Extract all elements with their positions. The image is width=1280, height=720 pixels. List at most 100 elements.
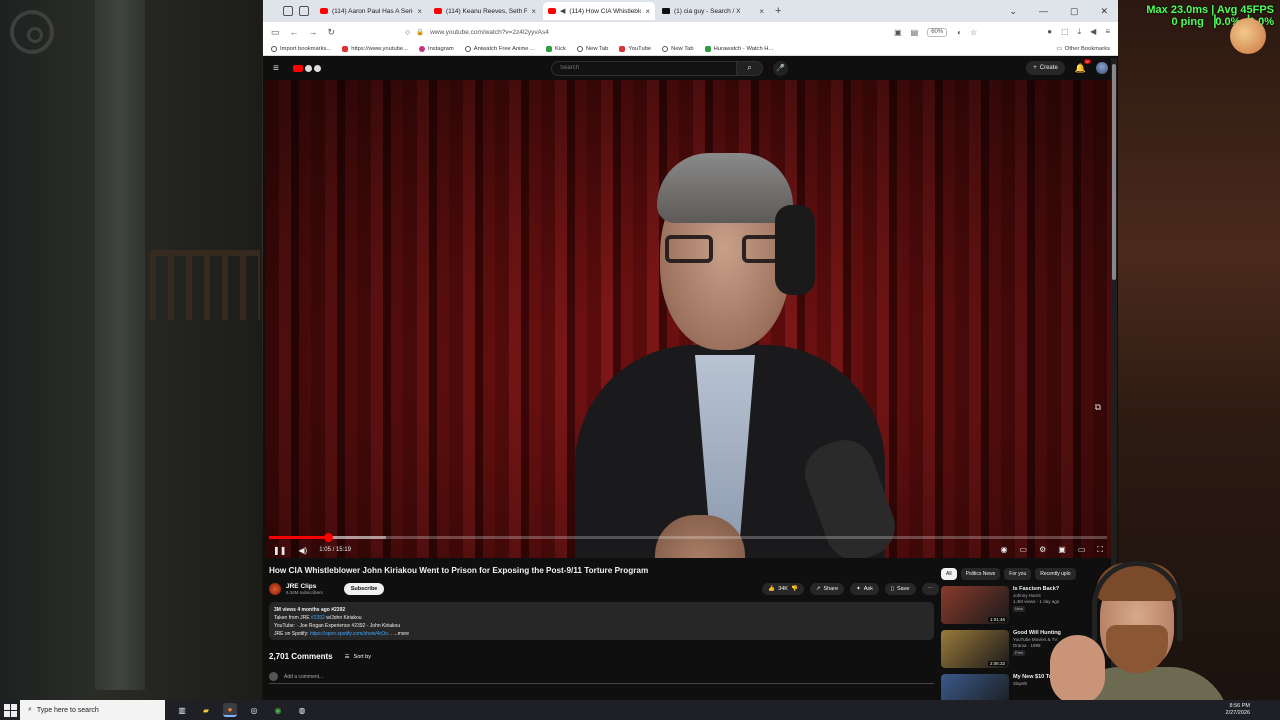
tab-1[interactable]: (114) Keanu Reeves, Seth Roge× — [429, 2, 541, 20]
url-text[interactable]: www.youtube.com/watch?v=2z4l2yyvAs4 — [430, 29, 549, 36]
autoplay-toggle-icon[interactable]: ◉ — [1001, 545, 1008, 555]
bookmark-youtube-link[interactable]: https://www.youtube... — [342, 45, 408, 52]
video-thumbnail[interactable]: 2:06:33 — [941, 630, 1009, 668]
zoom-level[interactable]: 60% — [927, 27, 948, 37]
chrome-icon[interactable]: ◉ — [271, 703, 285, 717]
shield-icon[interactable]: ◇ — [405, 28, 410, 36]
bookmarks-bar: Import bookmarks... https://www.youtube.… — [263, 42, 1118, 56]
file-explorer-icon[interactable]: ▰ — [199, 703, 213, 717]
miniplayer-icon[interactable]: ▣ — [1058, 545, 1066, 555]
obs-icon[interactable]: ◍ — [295, 703, 309, 717]
video-thumbnail[interactable] — [941, 674, 1009, 700]
progress-bar[interactable] — [269, 533, 1107, 542]
pause-icon[interactable]: ❚❚ — [273, 546, 286, 555]
close-icon[interactable]: × — [531, 7, 536, 16]
chip-politics-news[interactable]: Politics News — [960, 568, 1001, 580]
maximize-icon[interactable]: ▢ — [1070, 6, 1079, 17]
tab-3[interactable]: (1) cia guy - Search / X × — [657, 2, 769, 20]
description-box[interactable]: 3M views 4 months ago #2392 Taken from J… — [269, 602, 934, 640]
close-window-icon[interactable]: ✕ — [1100, 6, 1108, 17]
steam-icon[interactable]: ◎ — [247, 703, 261, 717]
bookmark-aniwatch[interactable]: Aniwatch Free Anime ... — [464, 45, 535, 52]
bookmark-hurawatch[interactable]: Hurawatch - Watch H... — [704, 45, 773, 52]
chip-for-you[interactable]: For you — [1004, 568, 1032, 580]
like-button[interactable]: 👍 34K 👎 — [762, 583, 804, 595]
bookmark-import[interactable]: Import bookmarks... — [271, 45, 331, 52]
spotify-link[interactable]: https://open.spotify.com/show/4rOo... — [310, 631, 392, 637]
system-clock[interactable]: 8:56 PM 2/27/2026 — [1226, 703, 1280, 717]
captions-icon[interactable]: ▭ — [1020, 545, 1028, 555]
chevron-down-icon[interactable]: ⌄ — [1009, 6, 1017, 17]
search-input[interactable] — [551, 60, 737, 76]
search-icon[interactable]: ⌕ — [737, 60, 763, 76]
workspaces-icon[interactable] — [299, 6, 309, 16]
tab-actions-icon[interactable] — [283, 6, 293, 16]
theater-mode-icon[interactable]: ▭ — [1078, 545, 1086, 555]
microphone-icon[interactable]: 🎤 — [773, 60, 788, 76]
reader-icon[interactable]: ▤ — [911, 28, 919, 37]
bookmark-youtube[interactable]: YouTube — [619, 45, 651, 52]
subscribe-button[interactable]: Subscribe — [343, 583, 385, 595]
hamburger-menu-icon[interactable]: ≡ — [273, 63, 293, 74]
scrollbar-thumb[interactable] — [1112, 64, 1116, 280]
fullscreen-icon[interactable]: ⛶ — [1097, 545, 1103, 555]
volume-icon[interactable]: ◀) — [298, 546, 307, 555]
firefox-icon[interactable]: ● — [223, 703, 237, 717]
settings-gear-icon[interactable]: ⚙ — [1039, 545, 1046, 555]
sidebar-toggle-icon[interactable]: ▭ — [271, 27, 280, 38]
extension-icon[interactable]: ● — [1047, 27, 1052, 37]
tab-title: (114) Keanu Reeves, Seth Roge — [446, 7, 528, 15]
speaker-icon[interactable]: ◀ — [1090, 27, 1096, 37]
hashtag-link[interactable]: #2392 — [311, 615, 325, 621]
thumbs-down-icon[interactable]: 👎 — [791, 586, 798, 592]
back-icon[interactable]: ← — [290, 27, 299, 37]
close-icon[interactable]: × — [645, 7, 650, 16]
downloads-icon[interactable]: ⤓ — [1078, 27, 1082, 37]
forward-icon[interactable]: → — [309, 27, 318, 37]
ask-button[interactable]: ✦ Ask — [850, 583, 879, 595]
new-tab-icon[interactable]: + — [775, 5, 781, 17]
bookmark-new-tab[interactable]: New Tab — [576, 45, 608, 52]
video-thumbnail[interactable]: 1:01:46 — [941, 586, 1009, 624]
youtube-icon — [342, 45, 349, 52]
share-button[interactable]: ↗ Share — [809, 583, 845, 595]
account-avatar[interactable] — [1096, 62, 1108, 74]
close-icon[interactable]: × — [759, 7, 764, 16]
speaker-icon[interactable]: ◀ — [560, 7, 565, 15]
sort-button[interactable]: ☰ Sort by — [345, 654, 371, 660]
save-button[interactable]: ▯ Save — [884, 583, 916, 595]
address-bar[interactable]: ◇ 🔒 www.youtube.com/watch?v=2z4l2yyvAs4 — [345, 25, 884, 39]
create-button[interactable]: + Create — [1026, 61, 1065, 75]
other-bookmarks[interactable]: ▭ Other Bookmarks — [1056, 46, 1110, 52]
add-comment-row[interactable]: Add a comment... — [269, 672, 934, 684]
bookmark-star-icon[interactable]: ☆ — [970, 28, 977, 37]
screenshot-icon[interactable]: ▣ — [894, 28, 902, 37]
minimize-icon[interactable]: — — [1039, 6, 1048, 17]
more-link[interactable]: ...more — [393, 631, 409, 637]
reload-icon[interactable]: ↻ — [328, 27, 336, 38]
globe-icon — [576, 45, 583, 52]
volume-icon[interactable]: ◖ — [956, 28, 961, 37]
close-icon[interactable]: × — [417, 7, 422, 16]
bookmark-instagram[interactable]: Instagram — [418, 45, 454, 52]
menu-icon[interactable]: ≡ — [1105, 27, 1110, 37]
extensions-icon[interactable]: ⬚ — [1061, 27, 1069, 37]
add-comment-input[interactable]: Add a comment... — [284, 674, 323, 680]
tab-2-active[interactable]: ◀ (114) How CIA Whistleblo × — [543, 2, 655, 20]
task-view-icon[interactable]: ▥ — [175, 703, 189, 717]
miniplayer-icon[interactable]: ⧉ — [1095, 402, 1101, 413]
chip-all[interactable]: All — [941, 568, 957, 580]
youtube-logo[interactable] — [293, 63, 331, 73]
bookmark-kick[interactable]: Kick — [545, 45, 566, 52]
channel-avatar[interactable] — [269, 583, 281, 595]
more-actions-button[interactable]: ⋯ — [921, 583, 939, 595]
channel-name[interactable]: JRE Clips — [286, 583, 323, 590]
bookmark-new-tab-2[interactable]: New Tab — [662, 45, 694, 52]
tab-0[interactable]: (114) Aaron Paul Has A Serious × — [315, 2, 427, 20]
video-player[interactable]: ⧉ ❚❚ ◀) 1:05 / 15:19 ◉ ▭ ⚙ ▣ ▭ ⛶ — [265, 80, 1111, 558]
notifications-icon[interactable]: 🔔 9+ — [1075, 58, 1091, 74]
windows-start-icon[interactable] — [0, 700, 20, 720]
taskbar-search[interactable]: ⌕ Type here to search — [20, 700, 165, 720]
lock-icon[interactable]: 🔒 — [416, 28, 424, 36]
sort-icon: ☰ — [344, 653, 350, 660]
